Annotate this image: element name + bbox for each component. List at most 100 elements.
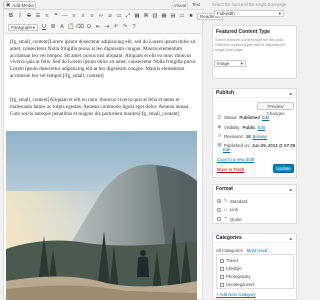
categories-panel: Categories ▲ All Categories Most Used ✓ … (212, 233, 297, 300)
calendar-icon: ▦ (217, 142, 222, 147)
pin-icon: ✎ (223, 198, 228, 203)
paste-text-icon[interactable]: 📋 (68, 24, 75, 31)
copy-draft-row: Copy to a new draft (217, 157, 254, 162)
table-icon[interactable]: ▤ (170, 13, 176, 20)
eye-icon: ◉ (217, 124, 222, 129)
toolbar-toggle-icon[interactable]: ▦ (134, 13, 140, 20)
checkbox-checked[interactable]: ✓ (220, 258, 224, 263)
radio[interactable] (217, 207, 221, 212)
clear-formatting-icon[interactable]: ⌫ (76, 24, 84, 31)
link-icon[interactable]: ∞ (98, 13, 104, 20)
undo-icon[interactable]: ↶ (113, 24, 119, 31)
checkbox[interactable] (220, 282, 224, 287)
horizontal-line-icon[interactable]: — (62, 13, 68, 20)
justify-icon[interactable]: ≣ (50, 24, 56, 31)
align-left-icon[interactable]: ≡ (71, 13, 77, 20)
visibility-row: ◉ Visibility: Public Edit (217, 124, 265, 130)
add-media-button[interactable]: ▣ Add Media (3, 1, 36, 9)
layout-hint: Select the layout of the single post pag… (212, 2, 288, 7)
category-list: ✓ Travel Lifestyle Photography Uncategor… (216, 254, 294, 289)
paragraph-format-select[interactable]: Paragraph ▾ (8, 24, 38, 31)
chevron-down-icon: ▾ (278, 11, 281, 16)
numbered-list-icon[interactable]: ≡ (44, 13, 50, 20)
format-header[interactable]: Format ▲ (213, 185, 296, 194)
publish-header[interactable]: Publish ▲ (213, 89, 296, 98)
radio-selected[interactable] (217, 199, 221, 203)
tabs-icon[interactable]: ▭ (179, 13, 185, 20)
read-more-icon[interactable]: ▭ (116, 13, 122, 20)
special-character-icon[interactable]: Ω (86, 24, 92, 31)
quote-icon: ❝ (224, 216, 227, 221)
chevron-down-icon: ▾ (32, 25, 35, 30)
format-option-quote[interactable]: ❝ Quote (217, 216, 242, 222)
chevron-down-icon: ▾ (240, 61, 243, 66)
category-item-photography[interactable]: Photography (220, 274, 250, 279)
blockquote-icon[interactable]: ❝ (53, 13, 59, 20)
add-new-category-link[interactable]: + Add New Category (216, 292, 256, 297)
visibility-edit-link[interactable]: Edit (258, 125, 265, 130)
add-new-category-row: + Add New Category (216, 292, 256, 297)
format-panel: Format ▲ ✎ Standard ∞ Link ❝ Quote (212, 184, 297, 224)
category-tabs: All Categories Most Used (216, 248, 267, 253)
tab-all-categories[interactable]: All Categories (216, 248, 243, 253)
status-row: ⚿ Status: Published Edit (217, 115, 270, 120)
published-edit-link[interactable]: Edit (223, 147, 230, 152)
align-center-icon[interactable]: ≡ (80, 13, 86, 20)
text-color-icon[interactable]: A (59, 24, 65, 31)
copy-to-draft-link[interactable]: Copy to a new draft (217, 157, 254, 162)
format-option-standard[interactable]: ✎ Standard (217, 198, 247, 204)
content-paragraph-2: [fg_small_content]Aliquam et elit eu nun… (10, 97, 190, 117)
fullscreen-icon[interactable]: ⤢ (125, 13, 131, 20)
grid-icon[interactable]: ▦ (161, 13, 167, 20)
toolbar-row-1: B I S ☰ ≡ ❝ — ≡ ≡ ≡ ∞ ⌀ ▭ ⤢ ▦ ⌘ ▥ ▦ ▤ ▭ … (8, 13, 223, 20)
key-icon: ⚿ (217, 115, 222, 120)
tab-visual[interactable]: Visual (172, 1, 188, 9)
indent-icon[interactable]: ⇥ (104, 24, 110, 31)
format-option-link[interactable]: ∞ Link (217, 207, 238, 212)
bold-icon[interactable]: B (8, 13, 14, 20)
category-item-travel[interactable]: ✓ Travel (220, 258, 238, 263)
checkbox[interactable] (220, 266, 224, 271)
category-item-lifestyle[interactable]: Lifestyle (220, 266, 242, 271)
outdent-icon[interactable]: ⇤ (95, 24, 101, 31)
featured-type-select[interactable]: Image ▾ (214, 60, 246, 67)
content-image[interactable] (6, 131, 197, 300)
collapse-icon[interactable]: ▲ (289, 185, 293, 194)
collapse-icon[interactable]: ▲ (289, 234, 293, 243)
unlink-icon[interactable]: ⌀ (107, 13, 113, 20)
tab-most-used[interactable]: Most Used (247, 248, 268, 253)
italic-icon[interactable]: I (17, 13, 23, 20)
bullet-list-icon[interactable]: ☰ (35, 13, 41, 20)
published-edit-row: Edit (223, 147, 230, 152)
collapse-icon[interactable]: ▲ (289, 89, 293, 98)
tab-text[interactable]: Text (189, 1, 203, 9)
underline-icon[interactable]: U (41, 24, 47, 31)
columns-icon[interactable]: ▥ (152, 13, 158, 20)
layout-select[interactable]: Fullwidth ▾ (214, 10, 284, 17)
align-right-icon[interactable]: ≡ (89, 13, 95, 20)
media-icon: ▣ (6, 2, 11, 7)
preview-changes-button[interactable]: Preview Changes (257, 102, 294, 116)
radio[interactable] (217, 217, 221, 221)
categories-header[interactable]: Categories ▲ (213, 234, 296, 243)
link-icon: ∞ (223, 207, 228, 212)
editor-toolbar: B I S ☰ ≡ ❝ — ≡ ≡ ≡ ∞ ⌀ ▭ ⤢ ▦ ⌘ ▥ ▦ ▤ ▭ … (3, 9, 223, 34)
revisions-icon: ↺ (217, 133, 222, 138)
checkbox[interactable] (220, 274, 224, 279)
featured-content-description: Select featured content type for this po… (215, 38, 286, 52)
redo-icon[interactable]: ↷ (122, 24, 128, 31)
revisions-browse-link[interactable]: Browse (253, 134, 267, 139)
update-button[interactable]: Update (273, 164, 294, 173)
revisions-row: ↺ Revisions: 18 Browse (217, 133, 267, 139)
move-to-trash-link[interactable]: Move to Trash (217, 167, 244, 172)
content-paragraph-1: [fg_small_content]Lorem ipsum dosectetur… (10, 39, 196, 79)
help-icon[interactable]: ? (131, 24, 137, 31)
publish-panel: Publish ▲ Preview Changes ⚿ Status: Publ… (212, 88, 297, 178)
category-item-uncategorized[interactable]: Uncategorized (220, 282, 254, 287)
shortcode-icon[interactable]: ⌘ (143, 13, 149, 20)
button-icon[interactable]: ■ (188, 13, 194, 20)
status-edit-link[interactable]: Edit (262, 115, 269, 120)
featured-content-title: Featured Content Type (216, 29, 271, 35)
mountain-photo (6, 131, 197, 300)
strikethrough-icon[interactable]: S (26, 13, 32, 20)
